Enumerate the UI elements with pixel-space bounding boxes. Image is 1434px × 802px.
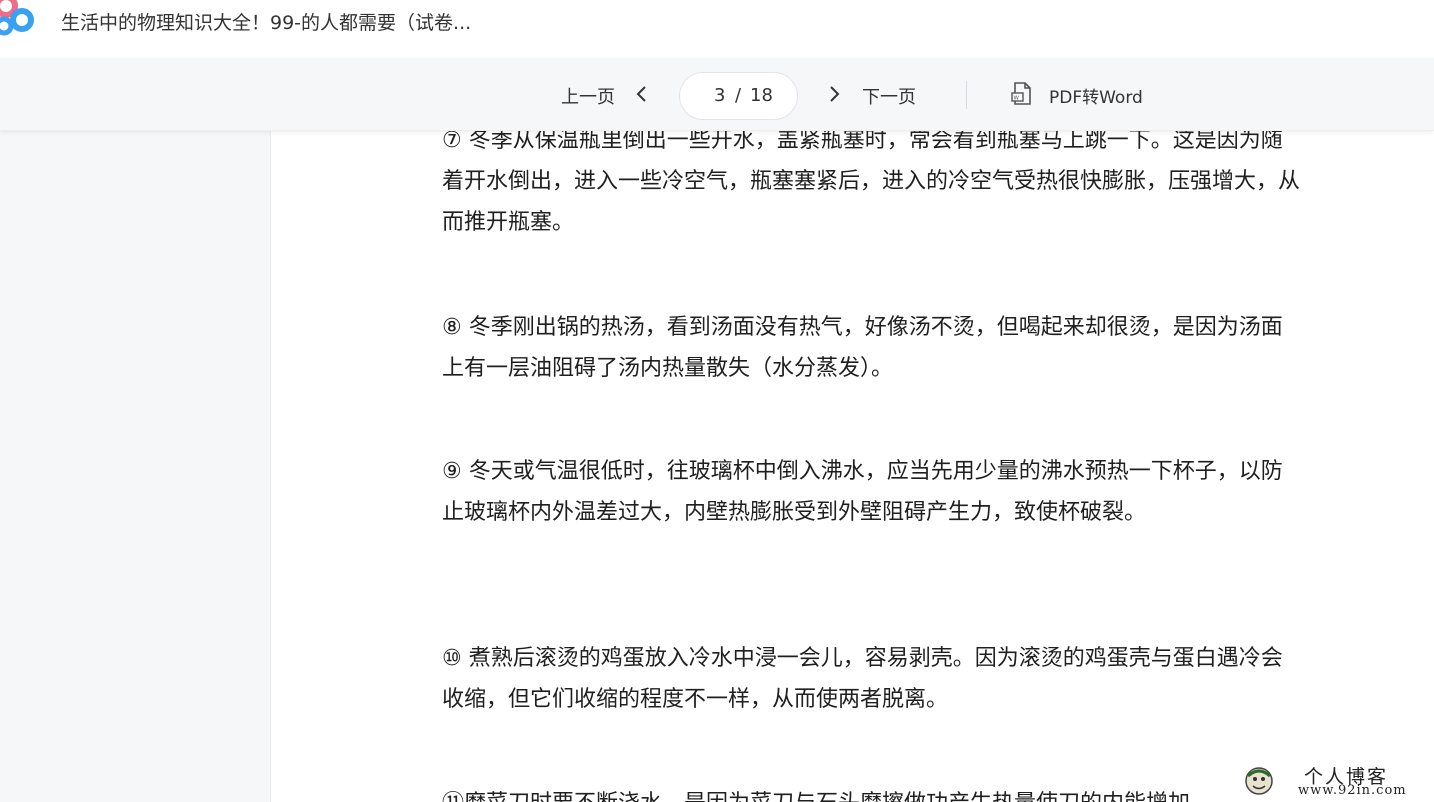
paragraph-9: ⑨ 冬天或气温很低时，往玻璃杯中倒入沸水，应当先用少量的沸水预热一下杯子，以防止… <box>442 459 1283 525</box>
watermark-avatar-icon <box>1245 767 1273 795</box>
left-side-panel <box>0 131 271 802</box>
watermark-url: www.92in.com <box>1298 783 1407 798</box>
next-page-button[interactable]: 下一页 <box>862 83 916 109</box>
title-bar: 生活中的物理知识大全！99-的人都需要（试卷... <box>0 0 1434 58</box>
paragraph-11: ⑪磨菜刀时要不断浇水，是因为菜刀与石头摩擦做功产生热量使刀的内能增加 <box>442 783 1302 802</box>
page-number-input[interactable]: 3 / 18 <box>679 72 798 120</box>
page-toolbar: 上一页 3 / 18 下一页 W PDF转Word <box>0 58 1434 131</box>
document-content: ⑦ 冬季从保温瓶里倒出一些开水，盖紧瓶塞时，常会看到瓶塞马上跳一下。这是因为随着… <box>272 131 1434 802</box>
total-pages: 18 <box>750 85 773 106</box>
current-page-number[interactable]: 3 <box>714 85 725 106</box>
paragraph-8: ⑧ 冬季刚出锅的热汤，看到汤面没有热气，好像汤不烫，但喝起来却很烫，是因为汤面上… <box>442 315 1283 381</box>
svg-text:W: W <box>1014 96 1020 102</box>
app-logo-icon <box>0 0 34 36</box>
document-title: 生活中的物理知识大全！99-的人都需要（试卷... <box>61 12 472 34</box>
blog-watermark: 个人博客 www.92in.com <box>1240 762 1434 802</box>
pdf-word-icon[interactable]: W <box>1011 82 1033 106</box>
chevron-left-icon[interactable] <box>634 85 650 103</box>
page-separator: / <box>735 85 742 106</box>
paragraph-7: ⑦ 冬季从保温瓶里倒出一些开水，盖紧瓶塞时，常会看到瓶塞马上跳一下。这是因为随着… <box>442 131 1301 235</box>
paragraph-10: ⑩ 煮熟后滚烫的鸡蛋放入冷水中浸一会儿，容易剥壳。因为滚烫的鸡蛋壳与蛋白遇冷会收… <box>442 646 1283 712</box>
chevron-right-icon[interactable] <box>826 85 842 103</box>
prev-page-button[interactable]: 上一页 <box>561 83 615 109</box>
toolbar-divider <box>966 81 967 109</box>
pdf-to-word-button[interactable]: PDF转Word <box>1049 83 1143 108</box>
